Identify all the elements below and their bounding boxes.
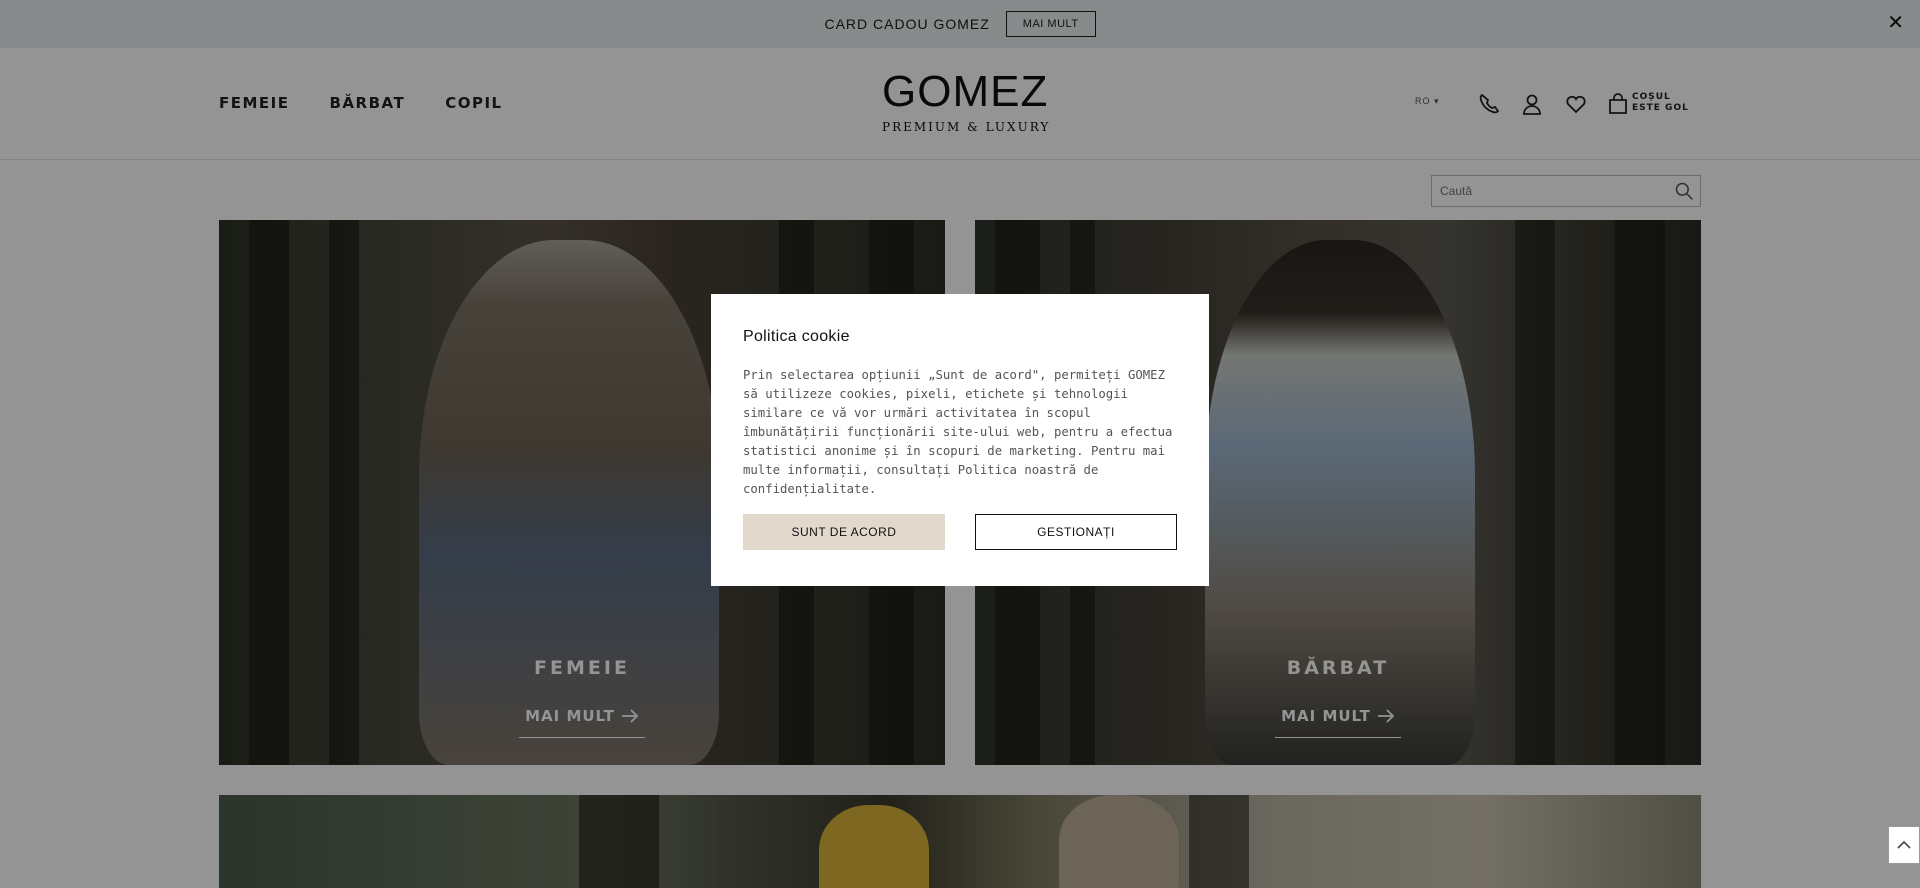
scroll-to-top-button[interactable] [1888,826,1920,864]
cookie-dialog-actions: SUNT DE ACORD GESTIONAȚI [743,514,1177,550]
manage-cookies-button[interactable]: GESTIONAȚI [975,514,1177,550]
cookie-dialog-title: Politica cookie [743,328,850,345]
chevron-up-icon [1897,840,1911,849]
cookie-dialog: Politica cookie Prin selectarea opțiunii… [711,294,1209,586]
cookie-dialog-text: Prin selectarea opțiunii „Sunt de acord"… [743,368,1173,496]
accept-cookies-button[interactable]: SUNT DE ACORD [743,514,945,550]
